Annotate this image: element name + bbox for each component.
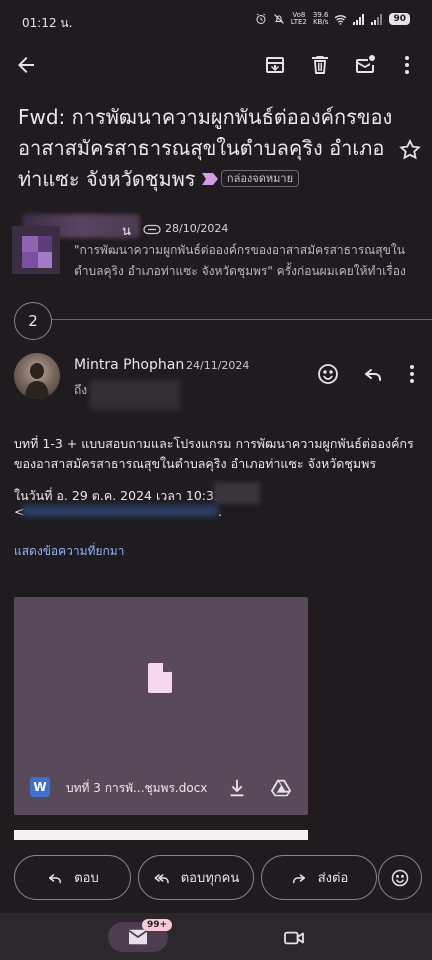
wifi-icon bbox=[335, 14, 347, 25]
document-icon bbox=[148, 663, 172, 693]
more-options-button[interactable] bbox=[391, 49, 423, 81]
message1-sender: น bbox=[122, 224, 131, 239]
star-button[interactable] bbox=[394, 134, 426, 166]
message2-sender: Mintra Phophan bbox=[74, 357, 185, 373]
reply-action-button[interactable]: ตอบ bbox=[14, 855, 131, 900]
more-vert-icon bbox=[410, 365, 414, 383]
emoji-icon bbox=[318, 364, 338, 384]
trash-icon bbox=[312, 56, 328, 74]
email-subject: Fwd: การพัฒนาความผูกพันธ์ต่อองค์กรของอาส… bbox=[18, 102, 396, 195]
word-file-icon: W bbox=[30, 777, 50, 797]
nav-meet-tab[interactable] bbox=[280, 926, 308, 950]
add-reaction-button[interactable] bbox=[312, 358, 344, 390]
forward-icon bbox=[292, 873, 305, 883]
alarm-icon bbox=[256, 13, 266, 24]
redacted-recipient bbox=[90, 380, 180, 410]
star-outline-icon bbox=[399, 138, 421, 160]
mark-unread-button[interactable] bbox=[349, 49, 381, 81]
message2-recipient[interactable]: ถึง bbox=[74, 381, 87, 400]
battery-indicator: 90 bbox=[389, 13, 410, 25]
network-type: Vo8 LTE2 bbox=[290, 11, 307, 26]
attachment-card[interactable]: W บทที่ 3 การพั...ชุมพร.docx bbox=[14, 597, 308, 815]
reply-icon bbox=[49, 873, 62, 883]
archive-icon bbox=[266, 57, 284, 73]
download-icon[interactable] bbox=[226, 777, 248, 799]
inbox-label-chip[interactable]: กล่องจดหมาย bbox=[220, 170, 300, 187]
forward-header-line: ในวันที่ อ. 29 ต.ค. 2024 เวลา 10:33 T bbox=[14, 488, 234, 503]
back-button[interactable] bbox=[10, 49, 42, 81]
second-attachment-preview[interactable] bbox=[14, 830, 308, 840]
video-camera-icon bbox=[284, 931, 304, 945]
message2-body: บทที่ 1-3 + แบบสอบถามและโปรงแกรม การพัฒน… bbox=[14, 436, 414, 471]
more-vert-icon bbox=[405, 56, 409, 74]
emoji-icon bbox=[391, 869, 409, 886]
emoji-reaction-button[interactable] bbox=[378, 855, 422, 900]
unread-count-badge: 99+ bbox=[142, 919, 173, 931]
network-speed: 39.6 KB/s bbox=[312, 11, 329, 26]
archive-button[interactable] bbox=[259, 49, 291, 81]
person-photo-icon bbox=[25, 363, 49, 399]
mark-unread-icon bbox=[356, 55, 375, 73]
status-time: 01:12 น. bbox=[22, 16, 73, 30]
important-marker-icon[interactable] bbox=[201, 172, 218, 185]
reply-all-label: ตอบทุกคน bbox=[180, 871, 240, 886]
show-trimmed-content-link[interactable]: แสดงข้อความที่ยกมา bbox=[14, 542, 124, 561]
redacted-forward-info bbox=[214, 482, 260, 504]
collapsed-messages-count[interactable]: 2 bbox=[14, 302, 52, 340]
mute-icon bbox=[273, 14, 284, 24]
sender-avatar[interactable] bbox=[12, 226, 60, 274]
forward-action-button[interactable]: ส่งต่อ bbox=[261, 855, 377, 900]
arrow-back-icon bbox=[18, 57, 34, 73]
reply-button[interactable] bbox=[357, 358, 389, 390]
signal-icon bbox=[353, 13, 365, 25]
status-icons: Vo8 LTE2 39.6 KB/s 90 bbox=[255, 12, 410, 26]
sender-avatar-photo[interactable] bbox=[14, 353, 60, 399]
attachment-icon bbox=[143, 224, 161, 235]
redacted-email-address[interactable] bbox=[22, 505, 218, 517]
reply-all-action-button[interactable]: ตอบทุกคน bbox=[138, 855, 254, 900]
reply-icon bbox=[365, 369, 381, 381]
message1-date: 28/10/2024 bbox=[165, 222, 229, 235]
status-bar: 01:12 น. Vo8 LTE2 39.6 KB/s 90 bbox=[0, 0, 432, 44]
delete-button[interactable] bbox=[304, 49, 336, 81]
email-line-end: . bbox=[218, 504, 222, 519]
message-more-button[interactable] bbox=[396, 358, 428, 390]
signal-icon-2 bbox=[371, 13, 383, 25]
message1-snippet[interactable]: "การพัฒนาความผูกพันธ์ต่อองค์กรของอาสาสมั… bbox=[74, 240, 422, 282]
message2-date: 24/11/2024 bbox=[186, 359, 250, 372]
forward-label: ส่งต่อ bbox=[317, 871, 349, 886]
reply-all-icon bbox=[154, 873, 169, 883]
save-to-drive-icon[interactable] bbox=[270, 777, 292, 799]
bottom-navigation: 99+ bbox=[0, 913, 432, 960]
attachment-filename: บทที่ 3 การพั...ชุมพร.docx bbox=[66, 781, 208, 795]
thread-divider bbox=[14, 319, 432, 320]
reply-label: ตอบ bbox=[74, 871, 99, 886]
